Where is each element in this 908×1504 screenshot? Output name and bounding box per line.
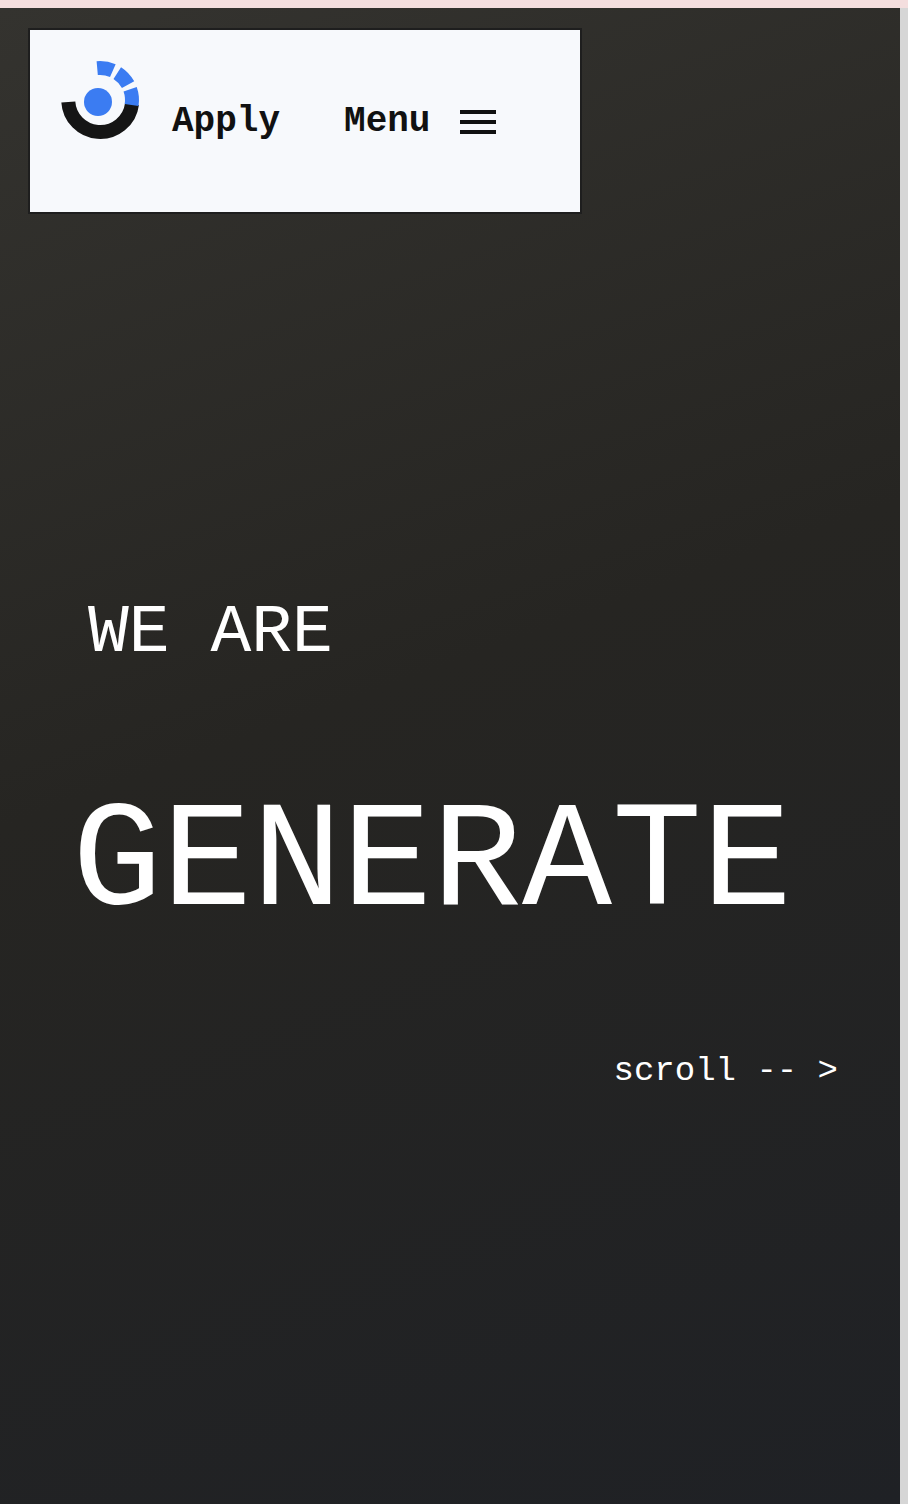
scrollbar[interactable] [900, 8, 908, 1504]
hero-lead: WE ARE [88, 599, 900, 667]
apply-link[interactable]: Apply [172, 104, 280, 140]
scroll-link[interactable]: scroll -- > [614, 1051, 838, 1092]
header-card: Apply Menu [28, 28, 582, 214]
menu-icon[interactable] [460, 109, 496, 135]
logo-icon[interactable] [60, 60, 140, 140]
hero-title: GENERATE [72, 789, 900, 939]
top-strip [0, 0, 908, 8]
hero: Apply Menu WE ARE GENERATE scroll -- > [0, 8, 900, 1504]
page: Apply Menu WE ARE GENERATE scroll -- > [0, 0, 908, 1504]
nav: Apply Menu [172, 104, 496, 140]
menu-button[interactable]: Menu [344, 104, 496, 140]
page-body: Apply Menu WE ARE GENERATE scroll -- > [0, 8, 908, 1504]
